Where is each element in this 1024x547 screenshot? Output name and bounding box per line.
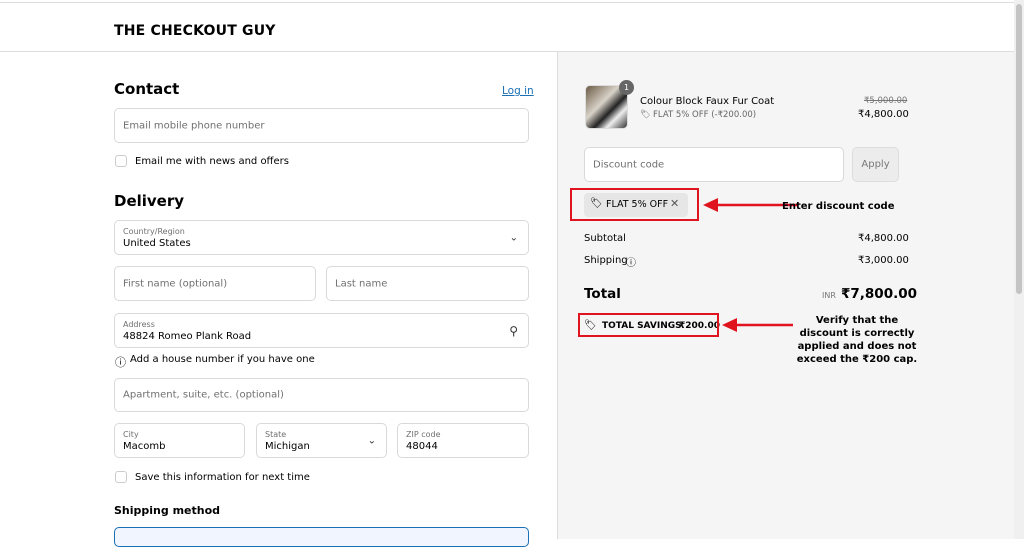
address-hint: Add a house number if you have one — [130, 354, 315, 365]
brand-logo[interactable]: THE CHECKOUT GUY — [114, 23, 276, 39]
product-price: ₹4,800.00 — [858, 109, 909, 120]
apartment-placeholder: Apartment, suite, etc. (optional) — [123, 389, 284, 401]
shipping-label: Shipping — [584, 255, 628, 266]
highlight-box-discount — [570, 188, 699, 221]
annotation-verify-discount: Verify that the discount is correctly ap… — [796, 315, 918, 365]
email-input[interactable]: Email mobile phone number — [114, 108, 529, 143]
shipping-method-heading: Shipping method — [114, 504, 221, 517]
first-name-placeholder: First name (optional) — [123, 278, 228, 289]
subtotal-label: Subtotal — [584, 233, 626, 244]
city-input[interactable]: City Macomb — [114, 423, 245, 458]
city-value: Macomb — [123, 441, 166, 452]
save-info-checkbox[interactable] — [115, 471, 127, 483]
shipping-method-option[interactable] — [114, 527, 529, 547]
chevron-down-icon: ⌄ — [367, 435, 376, 446]
original-price: ₹5,000.00 — [864, 96, 908, 106]
product-name: Colour Block Faux Fur Coat — [640, 96, 775, 107]
zip-label: ZIP code — [406, 430, 441, 439]
news-label: Email me with news and offers — [135, 156, 289, 167]
last-name-placeholder: Last name — [335, 278, 388, 289]
contact-heading: Contact — [114, 80, 180, 98]
annotation-arrows — [703, 198, 798, 332]
state-value: Michigan — [265, 441, 310, 452]
login-link[interactable]: Log in — [502, 85, 534, 97]
address-label: Address — [123, 320, 155, 329]
address-value: 48824 Romeo Plank Road — [123, 331, 252, 342]
quantity-badge: 1 — [619, 80, 634, 95]
delivery-heading: Delivery — [114, 192, 185, 210]
search-icon[interactable]: ⚲ — [509, 324, 518, 338]
state-select[interactable]: State Michigan ⌄ — [256, 423, 387, 458]
scrollbar-thumb[interactable] — [1016, 4, 1022, 294]
info-icon: ⓘ — [115, 356, 126, 369]
chevron-down-icon: ⌄ — [509, 232, 518, 243]
last-name-input[interactable]: Last name — [326, 266, 529, 301]
zip-value: 48044 — [406, 441, 438, 452]
discount-code-input[interactable]: Discount code — [584, 147, 844, 182]
product-discount: FLAT 5% OFF (-₹200.00) — [653, 110, 757, 120]
apply-button[interactable]: Apply — [852, 147, 899, 182]
annotation-enter-discount: Enter discount code — [782, 201, 895, 212]
first-name-input[interactable]: First name (optional) — [114, 266, 316, 301]
currency-code: INR — [822, 291, 836, 300]
news-checkbox[interactable] — [115, 155, 127, 167]
subtotal-value: ₹4,800.00 — [858, 233, 909, 244]
discount-placeholder: Discount code — [593, 159, 665, 170]
state-label: State — [265, 430, 287, 439]
tag-icon: 🏷 — [640, 110, 651, 120]
help-icon[interactable]: ⓘ — [626, 254, 636, 269]
email-placeholder: Email mobile phone number — [123, 120, 265, 131]
city-label: City — [123, 430, 139, 439]
country-value: United States — [123, 238, 191, 249]
header: THE CHECKOUT GUY — [0, 3, 1014, 52]
apartment-input[interactable]: Apartment, suite, etc. (optional) — [114, 378, 529, 412]
total-label: Total — [584, 286, 621, 302]
total-value: ₹7,800.00 — [841, 286, 918, 302]
country-label: Country/Region — [123, 227, 185, 236]
address-input[interactable]: Address 48824 Romeo Plank Road ⚲ — [114, 313, 529, 348]
shipping-value: ₹3,000.00 — [858, 255, 909, 266]
save-info-label: Save this information for next time — [135, 472, 310, 483]
zip-input[interactable]: ZIP code 48044 — [397, 423, 529, 458]
highlight-box-savings — [578, 313, 719, 337]
country-select[interactable]: Country/Region United States ⌄ — [114, 220, 529, 255]
